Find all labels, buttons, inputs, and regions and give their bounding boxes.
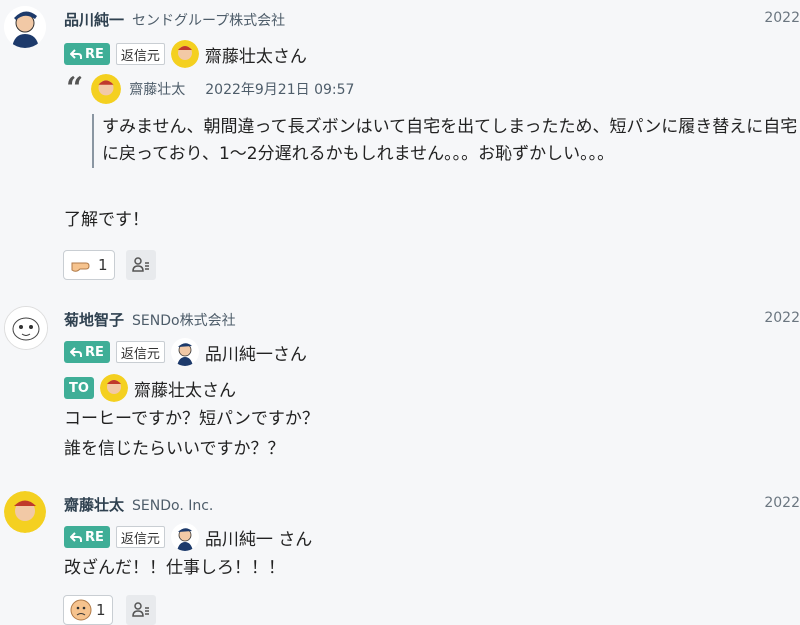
reply-badge: RE — [64, 526, 110, 548]
mini-avatar — [91, 74, 122, 104]
message-body-line: 誰を信じたらいいですか？？ — [64, 439, 285, 459]
reply-badge-label: RE — [85, 529, 104, 545]
quote-author: 齋藤壮太 — [129, 82, 186, 98]
quote-text: すみません、朝間違って長ズボンはいて自宅を出てしまったため、短パンに履き替えに自… — [92, 114, 800, 168]
to-name: 齋藤壮太さん — [134, 380, 236, 401]
sender-org: SENDo. Inc. — [132, 498, 214, 514]
pointing-hand-icon — [71, 262, 90, 272]
sad-face-icon — [70, 599, 92, 621]
reply-to-name: 品川純一 さん — [204, 529, 313, 550]
reply-badge-label: RE — [85, 46, 104, 62]
message-header: 菊地智子 SENDo株式会社 — [64, 309, 236, 330]
sender-org: センドグループ株式会社 — [132, 13, 286, 29]
avatar[interactable] — [4, 306, 48, 350]
reply-source-button[interactable]: 返信元 — [115, 526, 165, 548]
sender-org: SENDo株式会社 — [132, 313, 236, 329]
reply-badge: RE — [64, 341, 110, 363]
reply-arrow-icon — [70, 49, 82, 59]
reply-to-name: 品川純一さん — [204, 344, 307, 365]
message-header: 品川純一 センドグループ株式会社 — [64, 9, 285, 30]
quote-date: 2022年9月21日 09:57 — [205, 82, 355, 98]
quote-icon: “ — [66, 71, 84, 106]
mini-avatar — [170, 523, 199, 551]
reply-source-button[interactable]: 返信元 — [115, 341, 165, 363]
reply-line: RE 返信元 品川純一さん — [64, 338, 307, 366]
avatar[interactable] — [4, 491, 46, 533]
readers-button[interactable] — [126, 250, 156, 280]
message-date: 2022 — [764, 310, 800, 326]
user-list-icon — [132, 602, 149, 617]
message-date: 2022 — [764, 495, 800, 511]
sender-name[interactable]: 品川純一 — [64, 9, 124, 30]
reply-line: RE 返信元 齋藤壮太さん — [64, 40, 307, 68]
reply-line: RE 返信元 品川純一 さん — [64, 523, 312, 551]
quote-header: “ 齋藤壮太 2022年9月21日 09:57 — [66, 74, 354, 104]
readers-button[interactable] — [126, 595, 156, 625]
reply-arrow-icon — [70, 347, 82, 357]
reaction-button[interactable]: 1 — [63, 595, 113, 625]
mini-avatar — [170, 338, 199, 366]
mini-avatar — [170, 40, 199, 68]
reply-to-name: 齋藤壮太さん — [204, 46, 307, 67]
reply-source-button[interactable]: 返信元 — [115, 43, 165, 65]
reaction-button[interactable]: 1 — [63, 250, 115, 280]
reaction-count: 1 — [98, 256, 108, 274]
sender-name[interactable]: 齋藤壮太 — [64, 494, 124, 515]
to-line: TO 齋藤壮太さん — [64, 374, 236, 402]
reaction-count: 1 — [96, 601, 106, 619]
message-body-line: コーヒーですか？短パンですか？ — [64, 409, 319, 429]
reply-arrow-icon — [70, 532, 82, 542]
reply-badge-label: RE — [85, 344, 104, 360]
message-body: 了解です！ — [64, 210, 149, 230]
message-header: 齋藤壮太 SENDo. Inc. — [64, 494, 213, 515]
user-list-icon — [132, 257, 149, 272]
avatar[interactable] — [4, 6, 46, 48]
mini-avatar — [100, 374, 128, 402]
message-date: 2022 — [764, 10, 800, 26]
sender-name[interactable]: 菊地智子 — [64, 309, 124, 330]
reply-badge: RE — [64, 43, 110, 65]
to-badge: TO — [64, 377, 94, 399]
message-body: 改ざんだ！！仕事しろ！！！ — [64, 558, 285, 578]
